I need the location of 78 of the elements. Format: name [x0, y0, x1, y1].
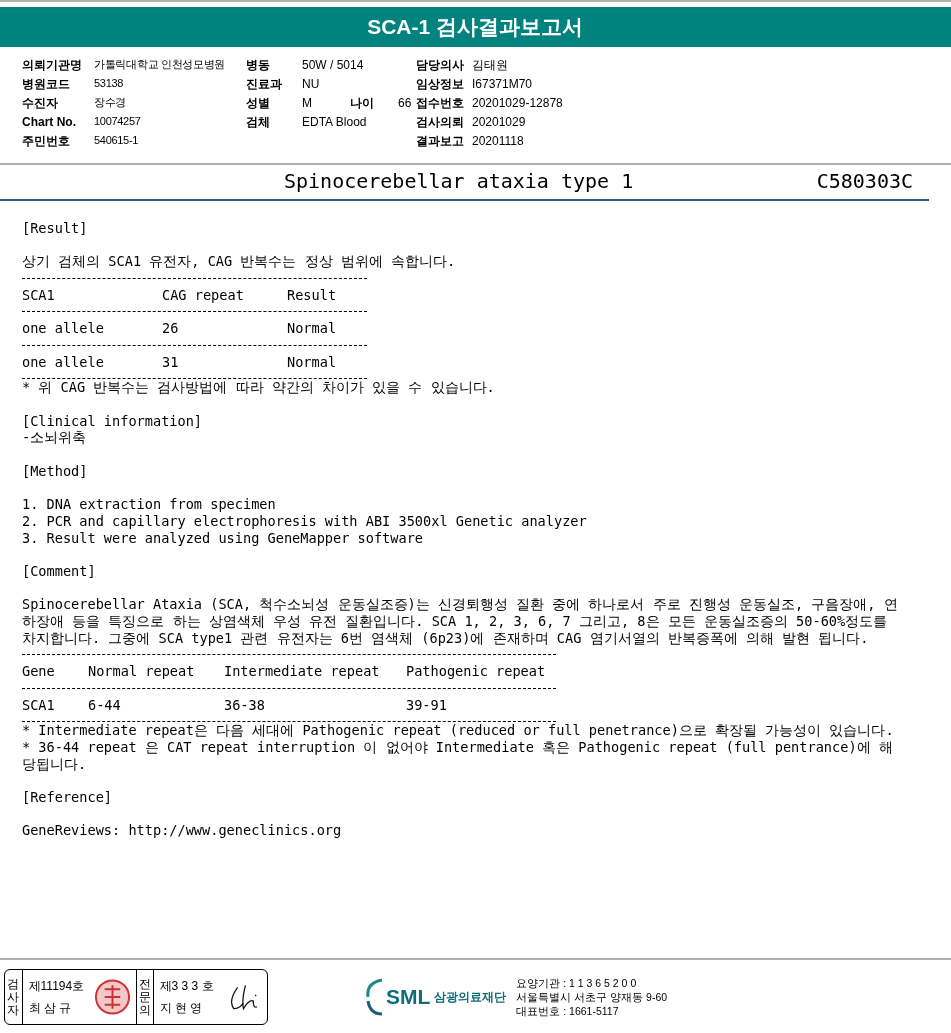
table-cell-text: Normal: [287, 320, 338, 338]
column-header: Pathogenic repeat: [406, 663, 547, 680]
table-cell-text: 31: [162, 353, 180, 371]
field-value: 66: [398, 94, 412, 112]
field-label: 병동: [246, 56, 271, 74]
license-number: 제11194호: [28, 978, 86, 995]
field-label: 나이: [350, 94, 375, 112]
field-label: 임상정보: [416, 75, 465, 93]
logo-swoosh-icon: [364, 977, 384, 1017]
body-text: GeneReviews: http://www.geneclinics.org: [22, 822, 343, 840]
field-value: 김태원: [472, 56, 508, 74]
table-cell-text: 26: [162, 320, 180, 338]
table-cell-text: 39-91: [406, 696, 448, 714]
column-header: Result: [287, 286, 338, 304]
license-number: 제3 3 3 호: [159, 978, 215, 995]
field-label: 병원코드: [22, 75, 71, 93]
body-text: 상기 검체의 SCA1 유전자, CAG 반복수는 정상 범위에 속합니다.: [22, 253, 457, 271]
field-label: 결과보고: [416, 132, 465, 150]
field-label: 수진자: [22, 94, 59, 112]
footnote-text: * 위 CAG 반복수는 검사방법에 따라 약간의 차이가 있을 수 있습니다.: [22, 379, 496, 396]
field-label: 성별: [246, 94, 271, 112]
table-cell-text: 6-44: [88, 696, 122, 714]
column-header: Gene: [22, 663, 56, 680]
logo-abbreviation: SML: [386, 984, 431, 1011]
seal-drawing: [93, 977, 132, 1017]
section-heading: [Clinical information]: [22, 412, 204, 430]
role-label: 전문의: [136, 970, 154, 1024]
field-value: 10074257: [94, 114, 141, 130]
field-value: M: [302, 94, 313, 112]
field-value: NU: [302, 75, 320, 93]
section-heading: [Method]: [22, 462, 89, 480]
field-label: 검체: [246, 113, 271, 131]
body-text: 1. DNA extraction from specimen: [22, 496, 277, 513]
contact-text: 요양기관 : 1 1 3 6 5 2 0 0: [516, 976, 638, 990]
table-cell-text: 36-38: [224, 696, 266, 714]
field-value: 장수경: [94, 95, 127, 111]
field-label: 접수번호: [416, 94, 465, 112]
body-text: 3. Result were analyzed using GeneMapper software: [22, 529, 425, 547]
section-heading: [Reference]: [22, 789, 114, 806]
field-value: 20201118: [472, 132, 524, 150]
test-code: C580303C: [816, 168, 913, 195]
field-value: 53138: [94, 76, 124, 92]
section-heading: [Result]: [22, 220, 89, 237]
body-text: -소뇌위축: [22, 429, 88, 447]
field-label: Chart No.: [22, 113, 77, 131]
field-label: 진료과: [246, 75, 283, 93]
section-heading: [Comment]: [22, 562, 97, 580]
table-cell-text: SCA1: [22, 696, 56, 714]
field-value: 20201029: [472, 113, 526, 131]
field-value: 50W / 5014: [302, 56, 364, 74]
field-label: 담당의사: [416, 56, 465, 74]
field-value: 540615-1: [94, 133, 139, 149]
column-header: SCA1: [22, 286, 56, 304]
column-header: CAG repeat: [162, 286, 245, 304]
field-value: EDTA Blood: [302, 113, 367, 131]
column-header: Normal repeat: [88, 663, 196, 680]
signer-name: 지 현 영: [159, 1000, 204, 1017]
logo-name: 삼광의료재단: [434, 989, 507, 1006]
field-label: 주민번호: [22, 132, 71, 150]
field-value: 가톨릭대학교 인천성모병원: [94, 57, 226, 73]
field-label: 검사의뢰: [416, 113, 465, 131]
footnote-text: * 36-44 repeat 은 CAT repeat interruption 이 없어야 Intermediate 혹은 Pathogenic repeat (full pentrance)에 해당됩니다.: [22, 738, 894, 773]
field-label: 의뢰기관명: [22, 56, 83, 74]
field-value: I67371M70: [472, 75, 533, 93]
report-title: SCA-1 검사결과보고서: [367, 14, 583, 41]
table-cell-text: Normal: [287, 353, 338, 371]
role-label: 검사자: [5, 970, 23, 1024]
field-value: 20201029-12878: [472, 94, 563, 112]
body-text: 2. PCR and capillary electrophoresis with ABI 3500xl Genetic analyzer: [22, 512, 588, 530]
signer-name: 최 삼 규: [28, 1000, 73, 1017]
contact-text: 서울특별시 서초구 양재동 9-60: [516, 990, 668, 1004]
body-text: Spinocerebellar Ataxia (SCA, 척수소뇌성 운동실조증)는 신경퇴행성 질환 중에 하나로서 주로 진행성 운동실조, 구음장애, 연하장애 등을 특징으로 하는 상염색체 우성 유전 질환입니다. SCA 1, 2, 3, 6, 7 그리고, 8은 모든 운동실조증의 50-60%정도를 차지합니다. 그중에 SCA type1 관련 유전자는 6번 염색체 (6p23)에 존재하며 CAG 염기서열의 반복증폭에 의해 발현 됩니다.: [22, 596, 899, 647]
column-header: Intermediate repeat: [224, 663, 381, 680]
table-cell-text: one allele: [22, 320, 105, 338]
test-name: Spinocerebellar ataxia type 1: [284, 168, 634, 195]
contact-text: 대표번호 : 1661-5117: [516, 1004, 620, 1018]
table-cell-text: one allele: [22, 353, 105, 371]
footnote-text: * Intermediate repeat은 다음 세대에 Pathogenic repeat (reduced or full penetrance)으로 확장될 가능성이 있습니다.: [22, 722, 895, 739]
